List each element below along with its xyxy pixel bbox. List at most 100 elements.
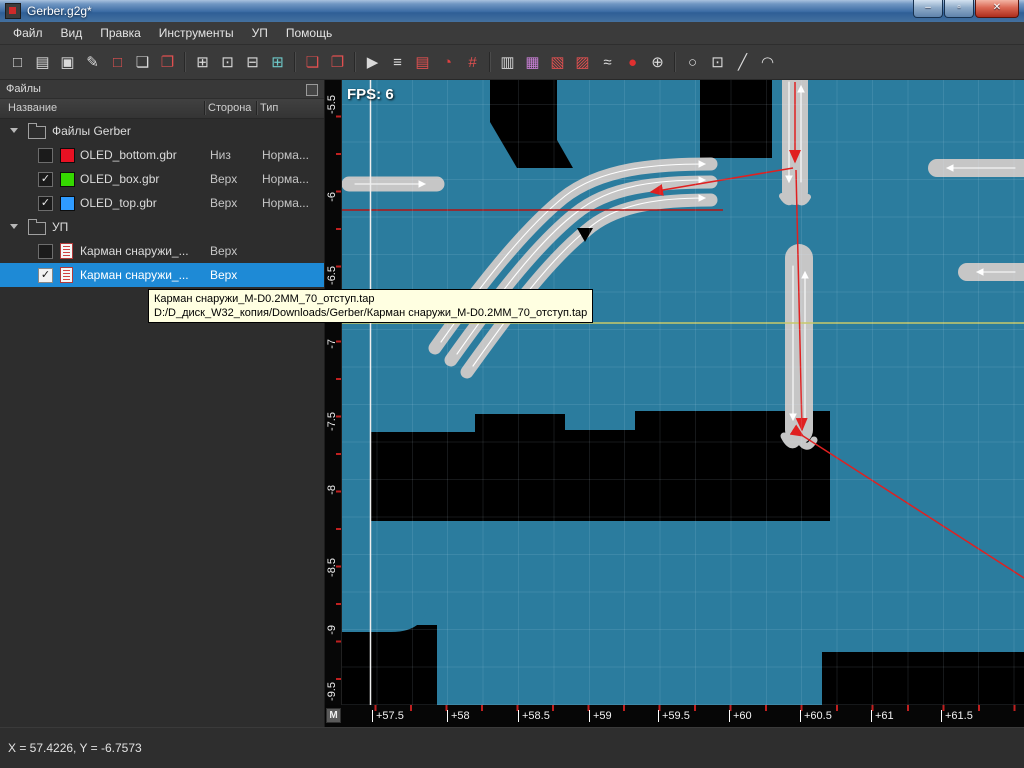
- h-ruler-label: +60.5: [800, 710, 832, 722]
- tool-wheel-icon[interactable]: ◔: [435, 50, 460, 75]
- merge-paste-icon[interactable]: ❐: [325, 50, 350, 75]
- center-view-icon[interactable]: ⊕: [645, 50, 670, 75]
- visibility-checkbox[interactable]: [38, 196, 53, 211]
- v-ruler-label: -6.5: [326, 266, 338, 285]
- expander-icon[interactable]: [10, 128, 18, 133]
- layer-positive-icon[interactable]: ▨: [570, 50, 595, 75]
- maximize-button[interactable]: ▫: [944, 0, 974, 18]
- board-viewport[interactable]: [325, 80, 1024, 705]
- job-document-icon[interactable]: ▤: [410, 50, 435, 75]
- column-type[interactable]: Тип: [260, 102, 278, 114]
- column-divider[interactable]: [204, 101, 206, 115]
- toolbar-separator: [354, 52, 356, 72]
- v-ruler-label: -9.5: [326, 682, 338, 701]
- layer-color-swatch[interactable]: [60, 196, 75, 211]
- menu-help[interactable]: Помощь: [277, 23, 341, 43]
- layers-icon[interactable]: ▥: [495, 50, 520, 75]
- fit-region-icon[interactable]: ⊞: [265, 50, 290, 75]
- minimize-button[interactable]: –: [913, 0, 943, 18]
- line-tool-icon[interactable]: ╱: [730, 50, 755, 75]
- app-icon: [5, 3, 21, 19]
- v-ruler-label: -6: [326, 192, 338, 202]
- expander-icon[interactable]: [10, 224, 18, 229]
- menu-nc[interactable]: УП: [243, 23, 277, 43]
- column-name[interactable]: Название: [8, 102, 57, 114]
- drill-map-icon[interactable]: #: [460, 50, 485, 75]
- file-tree: Файлы Gerber OLED_bottom.gbr Низ Норма..…: [0, 119, 324, 287]
- open-folder-icon[interactable]: ▤: [30, 50, 55, 75]
- file-row-pocket-1[interactable]: Карман снаружи_... Верх: [0, 239, 324, 263]
- group-label: УП: [52, 220, 68, 234]
- h-ruler-label: +60: [729, 710, 752, 722]
- menu-file[interactable]: Файл: [4, 23, 52, 43]
- panel-detach-icon[interactable]: [306, 84, 318, 96]
- column-header[interactable]: Название Сторона Тип: [0, 99, 324, 119]
- wave-tool-icon[interactable]: ≈: [595, 50, 620, 75]
- group-label: Файлы Gerber: [52, 124, 131, 138]
- file-side: Верх: [210, 196, 237, 210]
- nc-file-icon: [60, 267, 73, 283]
- file-type: Норма...: [262, 148, 309, 162]
- file-row-oled-bottom[interactable]: OLED_bottom.gbr Низ Норма...: [0, 143, 324, 167]
- copy-icon[interactable]: ❏: [130, 50, 155, 75]
- arc-tool-icon[interactable]: ◠: [755, 50, 780, 75]
- visibility-checkbox[interactable]: [38, 148, 53, 163]
- report-icon[interactable]: ≡: [385, 50, 410, 75]
- visibility-checkbox[interactable]: [38, 268, 53, 283]
- layer-color-swatch[interactable]: [60, 148, 75, 163]
- column-divider[interactable]: [256, 101, 258, 115]
- layer-mask-icon[interactable]: ▦: [520, 50, 545, 75]
- expand-region-icon[interactable]: ⊟: [240, 50, 265, 75]
- status-bar: X = 57.4226, Y = -6.7573: [0, 727, 1024, 768]
- title-bar[interactable]: Gerber.g2g* – ▫ ✕: [0, 0, 1024, 22]
- v-ruler-label: -8.5: [326, 558, 338, 577]
- close-button[interactable]: ✕: [975, 0, 1019, 18]
- record-point-icon[interactable]: ●: [620, 50, 645, 75]
- horizontal-ruler[interactable]: M +57.5+58+58.5+59+59.5+60+60.5+61+61.5: [325, 705, 1024, 727]
- vertical-ruler[interactable]: -5.5-6-6.5-7-7.5-8-8.5-9-9.5: [325, 80, 342, 705]
- menu-view[interactable]: Вид: [52, 23, 92, 43]
- folder-icon: [28, 126, 46, 139]
- visibility-checkbox[interactable]: [38, 244, 53, 259]
- circle-tool-icon[interactable]: ○: [680, 50, 705, 75]
- column-side[interactable]: Сторона: [208, 102, 251, 114]
- units-button[interactable]: M: [326, 708, 341, 723]
- h-ruler-label: +61: [871, 710, 894, 722]
- visibility-checkbox[interactable]: [38, 172, 53, 187]
- tree-group-nc[interactable]: УП: [0, 215, 324, 239]
- menu-tools[interactable]: Инструменты: [150, 23, 243, 43]
- h-ruler-label: +61.5: [941, 710, 973, 722]
- merge-copy-icon[interactable]: ❏: [300, 50, 325, 75]
- board-canvas[interactable]: -5.5-6-6.5-7-7.5-8-8.5-9-9.5 FPS: 6 M +5…: [325, 80, 1024, 727]
- file-name: OLED_top.gbr: [80, 196, 157, 210]
- file-tooltip: Карман снаружи_M-D0.2MM_70_отступ.tap D:…: [148, 289, 593, 323]
- crop-region-icon[interactable]: ⊡: [215, 50, 240, 75]
- tree-group-gerber[interactable]: Файлы Gerber: [0, 119, 324, 143]
- menu-bar: Файл Вид Правка Инструменты УП Помощь: [0, 22, 1024, 45]
- select-region-icon[interactable]: ⊞: [190, 50, 215, 75]
- file-name: OLED_bottom.gbr: [80, 148, 177, 162]
- file-row-oled-box[interactable]: OLED_box.gbr Верх Норма...: [0, 167, 324, 191]
- close-file-icon[interactable]: □: [105, 50, 130, 75]
- run-job-icon[interactable]: ▶: [360, 50, 385, 75]
- edit-file-icon[interactable]: ✎: [80, 50, 105, 75]
- h-ruler-label: +58.5: [518, 710, 550, 722]
- menu-edit[interactable]: Правка: [91, 23, 150, 43]
- rect-tool-icon[interactable]: ⊡: [705, 50, 730, 75]
- toolbar-separator: [184, 52, 186, 72]
- file-row-oled-top[interactable]: OLED_top.gbr Верх Норма...: [0, 191, 324, 215]
- main-toolbar: □▤▣✎□❏❐⊞⊡⊟⊞❏❐▶≡▤◔#▥▦▧▨≈●⊕○⊡╱◠: [0, 45, 1024, 80]
- file-name: OLED_box.gbr: [80, 172, 159, 186]
- file-name: Карман снаружи_...: [80, 244, 189, 258]
- v-ruler-label: -7.5: [326, 412, 338, 431]
- tooltip-filename: Карман снаружи_M-D0.2MM_70_отступ.tap: [154, 292, 587, 306]
- v-ruler-label: -5.5: [326, 95, 338, 114]
- folder-icon: [28, 222, 46, 235]
- layer-negative-icon[interactable]: ▧: [545, 50, 570, 75]
- layer-color-swatch[interactable]: [60, 172, 75, 187]
- new-file-icon[interactable]: □: [5, 50, 30, 75]
- file-row-pocket-2-selected[interactable]: Карман снаружи_... Верх: [0, 263, 324, 287]
- paste-icon[interactable]: ❐: [155, 50, 180, 75]
- save-icon[interactable]: ▣: [55, 50, 80, 75]
- toolbar-separator: [294, 52, 296, 72]
